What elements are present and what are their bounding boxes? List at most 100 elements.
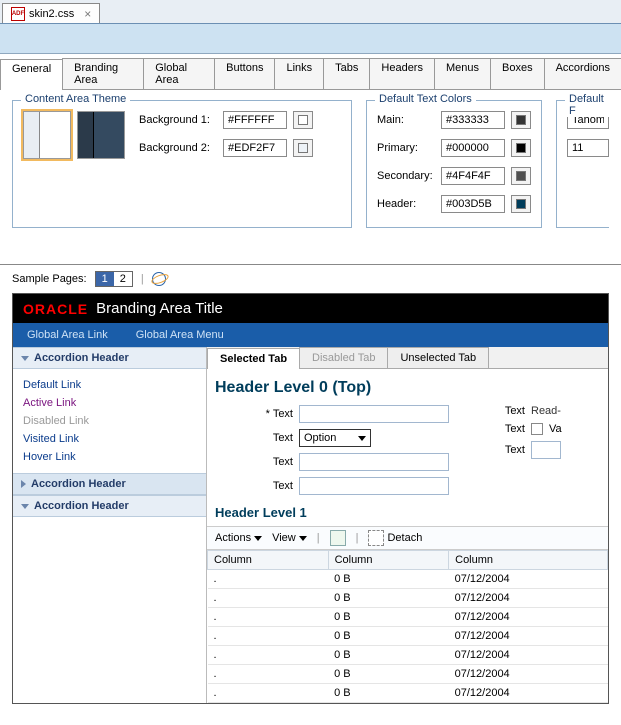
sample-page-toggle[interactable]: 1 2 (95, 271, 133, 287)
sample-pages-label: Sample Pages: (12, 273, 87, 285)
actions-menu[interactable]: Actions (215, 532, 262, 544)
tab-tabs[interactable]: Tabs (323, 58, 370, 89)
color-picker-button[interactable] (511, 139, 531, 157)
table-cell: 0 B (328, 570, 449, 589)
sidebar-link-hover-link[interactable]: Hover Link (23, 451, 196, 463)
color-row: Primary: (377, 139, 531, 157)
theme-swatch-light[interactable] (23, 111, 71, 159)
table-cell: 0 B (328, 627, 449, 646)
color-input[interactable] (441, 195, 505, 213)
dropdown-arrow-icon (299, 536, 307, 541)
tab-general[interactable]: General (0, 59, 63, 90)
content-area: Selected Tab Disabled Tab Unselected Tab… (207, 347, 608, 703)
branding-bar: ORACLE Branding Area Title (13, 294, 608, 323)
table-row[interactable]: .0 B07/12/2004 (208, 570, 608, 589)
table-cell: 07/12/2004 (449, 570, 608, 589)
tab-buttons[interactable]: Buttons (214, 58, 275, 89)
table-cell: . (208, 665, 329, 684)
global-area-bar: Global Area Link Global Area Menu (13, 323, 608, 347)
file-tab-skin2css[interactable]: ADF skin2.css × (2, 3, 100, 23)
background1-label: Background 1: (139, 114, 217, 126)
color-input[interactable] (441, 167, 505, 185)
detach-button[interactable]: Detach (368, 530, 422, 546)
table-column-header[interactable]: Column (328, 551, 449, 570)
table-cell: 07/12/2004 (449, 684, 608, 703)
font-size-input[interactable] (567, 139, 609, 157)
header-level-0: Header Level 0 (Top) (207, 369, 608, 405)
table-cell: . (208, 608, 329, 627)
tab-unselected[interactable]: Unselected Tab (387, 347, 489, 368)
adf-css-icon: ADF (11, 7, 25, 21)
table-cell: 0 B (328, 684, 449, 703)
color-row: Main: (377, 111, 531, 129)
tab-links[interactable]: Links (274, 58, 324, 89)
sample-page-1[interactable]: 1 (96, 272, 114, 286)
color-picker-button[interactable] (511, 195, 531, 213)
readonly-value: Read- (531, 405, 561, 417)
tab-selected[interactable]: Selected Tab (207, 348, 300, 369)
accordion-header-2[interactable]: Accordion Header (13, 473, 206, 495)
text-input[interactable] (299, 477, 449, 495)
accordion-header-1[interactable]: Accordion Header (13, 347, 206, 369)
field-label: Text (489, 444, 525, 456)
table-cell: 07/12/2004 (449, 646, 608, 665)
tab-accordions[interactable]: Accordions (544, 58, 621, 89)
table-row[interactable]: .0 B07/12/2004 (208, 589, 608, 608)
color-input[interactable] (441, 139, 505, 157)
accordion-header-3[interactable]: Accordion Header (13, 495, 206, 517)
refresh-icon[interactable] (330, 530, 346, 546)
table-row[interactable]: .0 B07/12/2004 (208, 665, 608, 684)
global-area-link[interactable]: Global Area Link (27, 329, 108, 341)
preview-pane: ORACLE Branding Area Title Global Area L… (12, 293, 609, 704)
checkbox[interactable] (531, 423, 543, 435)
theme-swatch-dark[interactable] (77, 111, 125, 159)
fieldset-legend: Default Text Colors (375, 93, 476, 105)
table-column-header[interactable]: Column (449, 551, 608, 570)
sidebar-link-active-link[interactable]: Active Link (23, 397, 196, 409)
table-cell: 07/12/2004 (449, 608, 608, 627)
tab-boxes[interactable]: Boxes (490, 58, 545, 89)
table-toolbar: Actions View | | Detach (207, 526, 608, 550)
table-row[interactable]: .0 B07/12/2004 (208, 684, 608, 703)
table-cell: 07/12/2004 (449, 665, 608, 684)
view-menu[interactable]: View (272, 532, 307, 544)
tab-branding-area[interactable]: Branding Area (62, 58, 144, 89)
default-text-colors-group: Default Text Colors Main:Primary:Seconda… (366, 100, 542, 228)
checkbox-label: Va (549, 423, 562, 435)
background1-input[interactable] (223, 111, 287, 129)
default-font-group: Default F (556, 100, 609, 228)
close-icon[interactable]: × (84, 7, 91, 21)
sidebar-link-list: Default LinkActive LinkDisabled LinkVisi… (13, 369, 206, 473)
sidebar-link-default-link[interactable]: Default Link (23, 379, 196, 391)
color-picker-button[interactable] (511, 167, 531, 185)
color-label: Secondary: (377, 170, 435, 182)
tab-menus[interactable]: Menus (434, 58, 491, 89)
tab-headers[interactable]: Headers (369, 58, 435, 89)
table-row[interactable]: .0 B07/12/2004 (208, 608, 608, 627)
browser-preview-icon[interactable] (152, 272, 166, 286)
text-input[interactable] (299, 453, 449, 471)
background2-color-picker[interactable] (293, 139, 313, 157)
chevron-down-icon (21, 356, 29, 361)
tab-disabled: Disabled Tab (299, 347, 388, 368)
table-row[interactable]: .0 B07/12/2004 (208, 646, 608, 665)
sample-page-2[interactable]: 2 (114, 272, 132, 286)
tab-global-area[interactable]: Global Area (143, 58, 215, 89)
table-column-header[interactable]: Column (208, 551, 329, 570)
text-input-required[interactable] (299, 405, 449, 423)
background2-input[interactable] (223, 139, 287, 157)
chevron-right-icon (21, 480, 26, 488)
global-area-menu[interactable]: Global Area Menu (136, 329, 224, 341)
sidebar-link-visited-link[interactable]: Visited Link (23, 433, 196, 445)
editor-tab-bar: ADF skin2.css × (0, 0, 621, 24)
background1-color-picker[interactable] (293, 111, 313, 129)
option-select[interactable]: Option (299, 429, 371, 447)
chevron-down-icon (21, 504, 29, 509)
table-cell: 07/12/2004 (449, 627, 608, 646)
detach-icon (368, 530, 384, 546)
table-row[interactable]: .0 B07/12/2004 (208, 627, 608, 646)
color-input[interactable] (441, 111, 505, 129)
text-input-small[interactable] (531, 441, 561, 459)
color-picker-button[interactable] (511, 111, 531, 129)
table-cell: 0 B (328, 646, 449, 665)
